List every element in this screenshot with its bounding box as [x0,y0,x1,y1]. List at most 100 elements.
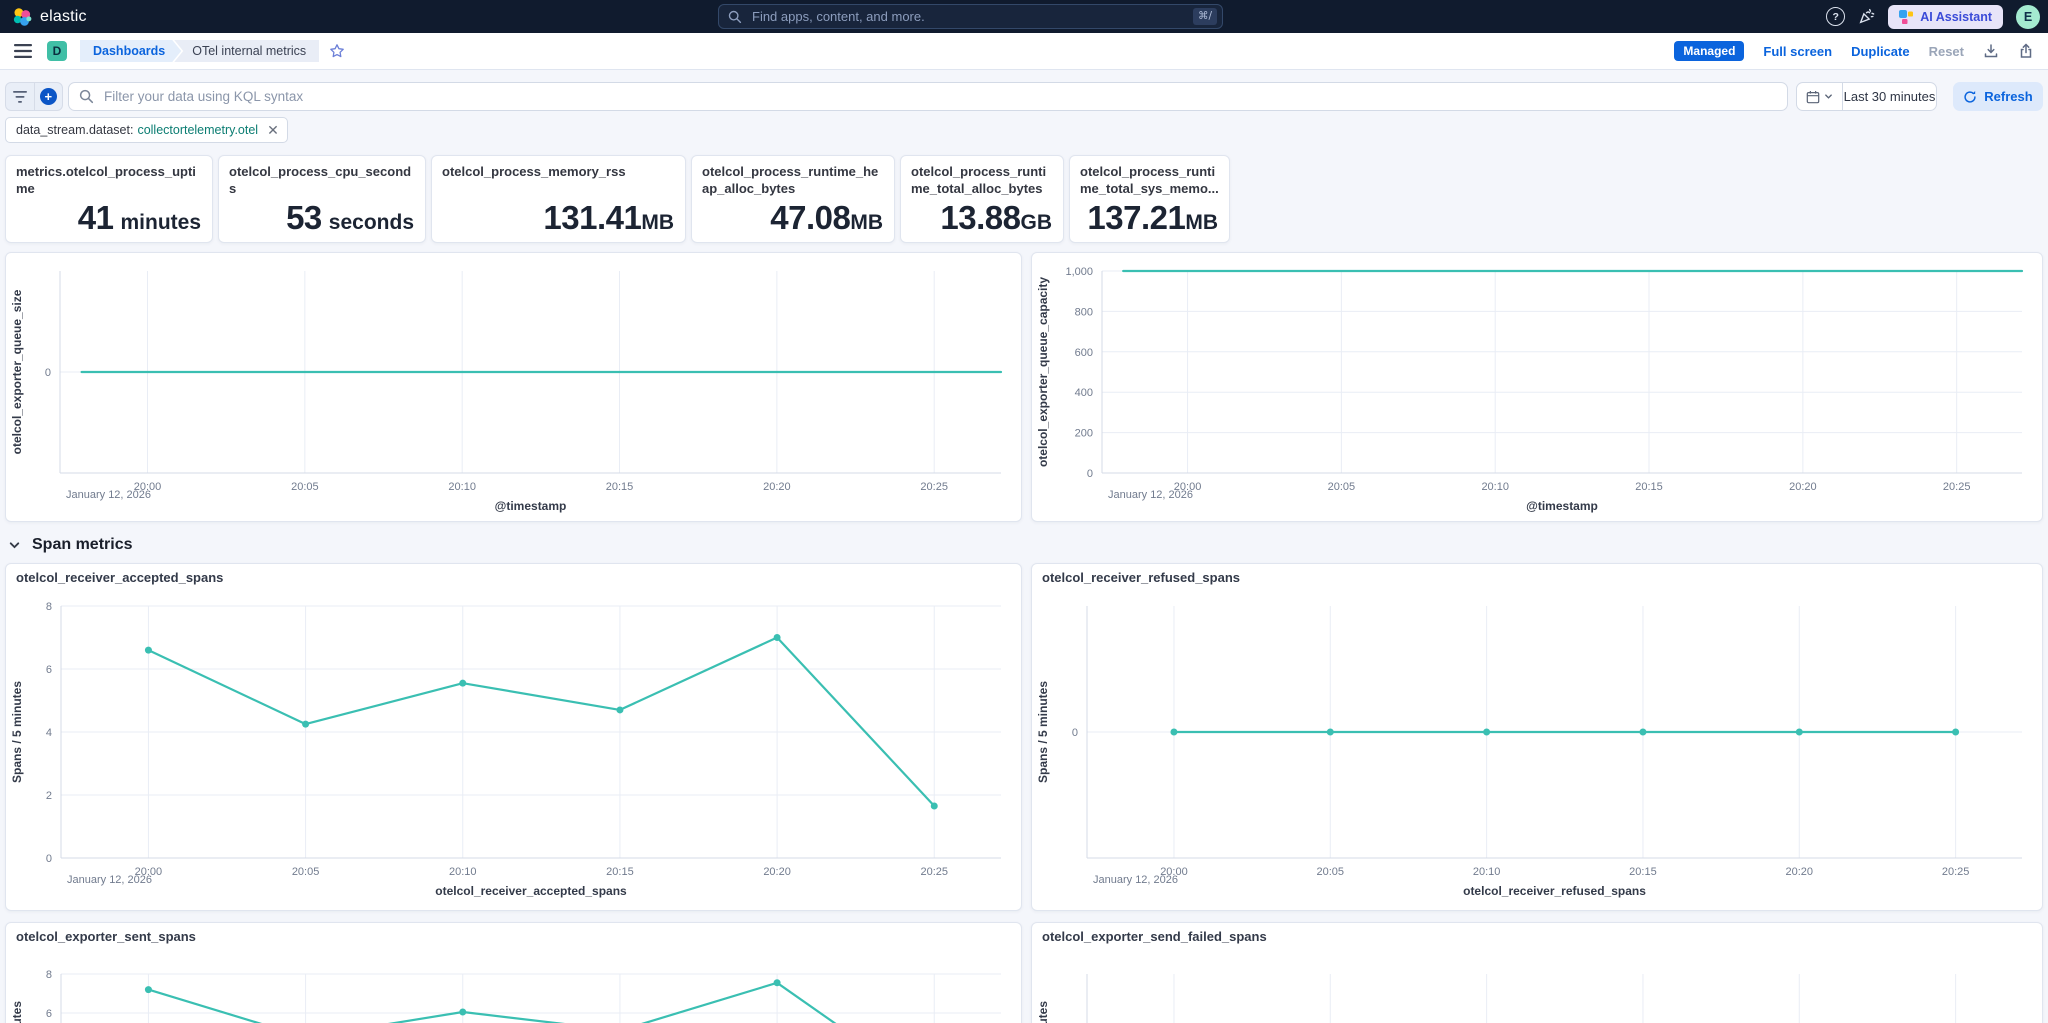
svg-text:200: 200 [1075,428,1093,440]
chart-panel-exporter-sent-spans: otelcol_exporter_sent_spans 0246820:0020… [5,922,1022,1023]
user-avatar[interactable]: E [2016,5,2040,29]
menu-hamburger-icon[interactable] [14,44,32,58]
svg-text:20:05: 20:05 [292,866,320,878]
svg-text:January 12, 2026: January 12, 2026 [66,489,151,501]
svg-text:6: 6 [46,1008,52,1020]
svg-text:@timestamp: @timestamp [1526,499,1598,513]
svg-text:20:25: 20:25 [920,481,948,493]
chart-panel-exporter-send-failed-spans: otelcol_exporter_send_failed_spans 020:0… [1031,922,2043,1023]
ai-assistant-button[interactable]: AI Assistant [1888,5,2003,29]
line-chart[interactable]: 020:0020:0520:1020:1520:2020:25January 1… [1032,564,2042,910]
reset-button[interactable]: Reset [1929,44,1964,59]
time-range-label[interactable]: Last 30 minutes [1843,83,1936,110]
svg-text:Spans / 5 minutes: Spans / 5 minutes [1036,681,1050,783]
chart-panel-exporter-queue-capacity: 02004006008001,00020:0020:0520:1020:1520… [1031,252,2043,522]
svg-text:0: 0 [1072,727,1078,739]
svg-text:otelcol_receiver_refused_spans: otelcol_receiver_refused_spans [1463,884,1646,898]
ai-assistant-label: AI Assistant [1920,10,1992,24]
svg-text:Spans / 5 minutes: Spans / 5 minutes [1036,1001,1050,1023]
metric-card-uptime[interactable]: metrics.otelcol_process_uptime 41minutes [5,155,213,243]
elastic-brand[interactable]: elastic [12,0,87,33]
filter-pill-field: data_stream.dataset: [16,123,133,137]
chart-panel-receiver-accepted-spans: otelcol_receiver_accepted_spans 0246820:… [5,563,1022,911]
brand-name: elastic [40,8,87,26]
svg-text:otelcol_exporter_queue_size: otelcol_exporter_queue_size [10,289,24,454]
svg-text:0: 0 [46,853,52,865]
svg-text:0: 0 [1087,468,1093,480]
svg-text:20:15: 20:15 [606,866,634,878]
filter-menu-button[interactable] [6,83,35,110]
svg-text:20:10: 20:10 [1481,481,1509,493]
svg-text:20:10: 20:10 [449,866,477,878]
metric-card-cpu-seconds[interactable]: otelcol_process_cpu_seconds 53seconds [218,155,426,243]
kql-input[interactable] [102,88,1777,105]
global-search-input[interactable] [750,8,1185,25]
svg-text:6: 6 [46,664,52,676]
svg-text:8: 8 [46,969,52,981]
favorite-star-icon[interactable] [329,43,345,59]
global-search[interactable]: ⌘/ [718,4,1223,29]
metric-card-total-alloc[interactable]: otelcol_process_runtime_total_alloc_byte… [900,155,1064,243]
metric-card-heap-alloc[interactable]: otelcol_process_runtime_heap_alloc_bytes… [691,155,895,243]
svg-text:600: 600 [1075,347,1093,359]
space-badge[interactable]: D [47,41,67,61]
duplicate-button[interactable]: Duplicate [1851,44,1910,59]
line-chart[interactable]: 020:0020:0520:1020:1520:2020:25January 1… [6,253,1021,521]
ai-assistant-icon [1899,10,1913,24]
plus-icon: + [40,88,57,105]
breadcrumb-dashboards[interactable]: Dashboards [80,40,181,62]
svg-text:20:05: 20:05 [291,481,319,493]
download-icon[interactable] [1983,43,1999,59]
svg-text:20:25: 20:25 [920,866,948,878]
svg-text:20:15: 20:15 [606,481,634,493]
svg-text:0: 0 [45,367,51,379]
svg-text:400: 400 [1075,387,1093,399]
section-title: Span metrics [32,536,132,554]
calendar-dropdown-button[interactable] [1797,83,1843,110]
metric-card-memory-rss[interactable]: otelcol_process_memory_rss 131.41MB [431,155,686,243]
managed-badge[interactable]: Managed [1674,41,1744,61]
svg-text:8: 8 [46,601,52,613]
time-picker: Last 30 minutes [1796,82,1937,111]
svg-text:1,000: 1,000 [1065,266,1093,278]
svg-text:2: 2 [46,790,52,802]
keyboard-shortcut-badge: ⌘/ [1193,8,1217,25]
panel-title: otelcol_exporter_sent_spans [16,929,196,944]
metric-value: 41minutes [78,199,201,237]
section-span-metrics[interactable]: Span metrics [8,531,132,559]
metric-value: 13.88GB [940,199,1052,237]
metric-card-total-sys-memory[interactable]: otelcol_process_runtime_total_sys_memo..… [1069,155,1230,243]
metric-title: metrics.otelcol_process_uptime [16,164,202,197]
news-feed-icon[interactable] [1858,8,1875,25]
line-chart[interactable]: 02004006008001,00020:0020:0520:1020:1520… [1032,253,2042,521]
breadcrumb-current-page[interactable]: OTel internal metrics [174,40,319,62]
help-icon[interactable]: ? [1826,7,1845,26]
metric-value: 47.08MB [770,199,883,237]
full-screen-button[interactable]: Full screen [1763,44,1832,59]
share-icon[interactable] [2018,43,2034,59]
panel-title: otelcol_exporter_send_failed_spans [1042,929,1267,944]
search-icon [79,89,94,104]
refresh-button[interactable]: Refresh [1953,82,2043,111]
panel-title: otelcol_receiver_accepted_spans [16,570,223,585]
filter-pill[interactable]: data_stream.dataset: collectortelemetry.… [5,117,288,143]
svg-text:20:15: 20:15 [1629,866,1657,878]
metric-title: otelcol_process_cpu_seconds [229,164,415,197]
svg-text:20:20: 20:20 [763,866,791,878]
line-chart[interactable]: 0246820:0020:0520:1020:1520:2020:25Janua… [6,564,1021,910]
metric-value: 137.21MB [1087,199,1218,237]
dashboard-app: elastic ⌘/ ? [0,0,2048,1023]
metric-cards-row: metrics.otelcol_process_uptime 41minutes… [5,155,1230,243]
svg-text:20:20: 20:20 [1786,866,1814,878]
metric-value: 131.41MB [543,199,674,237]
dashboard-toolbar: D Dashboards OTel internal metrics Manag… [0,33,2048,70]
kql-query-bar[interactable] [68,82,1788,111]
toolbar-actions: Managed Full screen Duplicate Reset [1674,41,2034,61]
refresh-label: Refresh [1984,89,2032,104]
metric-title: otelcol_process_runtime_heap_alloc_bytes [702,164,884,197]
svg-text:Spans / 5 minutes: Spans / 5 minutes [10,681,24,783]
svg-text:20:25: 20:25 [1943,481,1971,493]
add-filter-button[interactable]: + [35,83,63,110]
close-icon[interactable]: ✕ [267,123,279,137]
svg-text:20:10: 20:10 [1473,866,1501,878]
